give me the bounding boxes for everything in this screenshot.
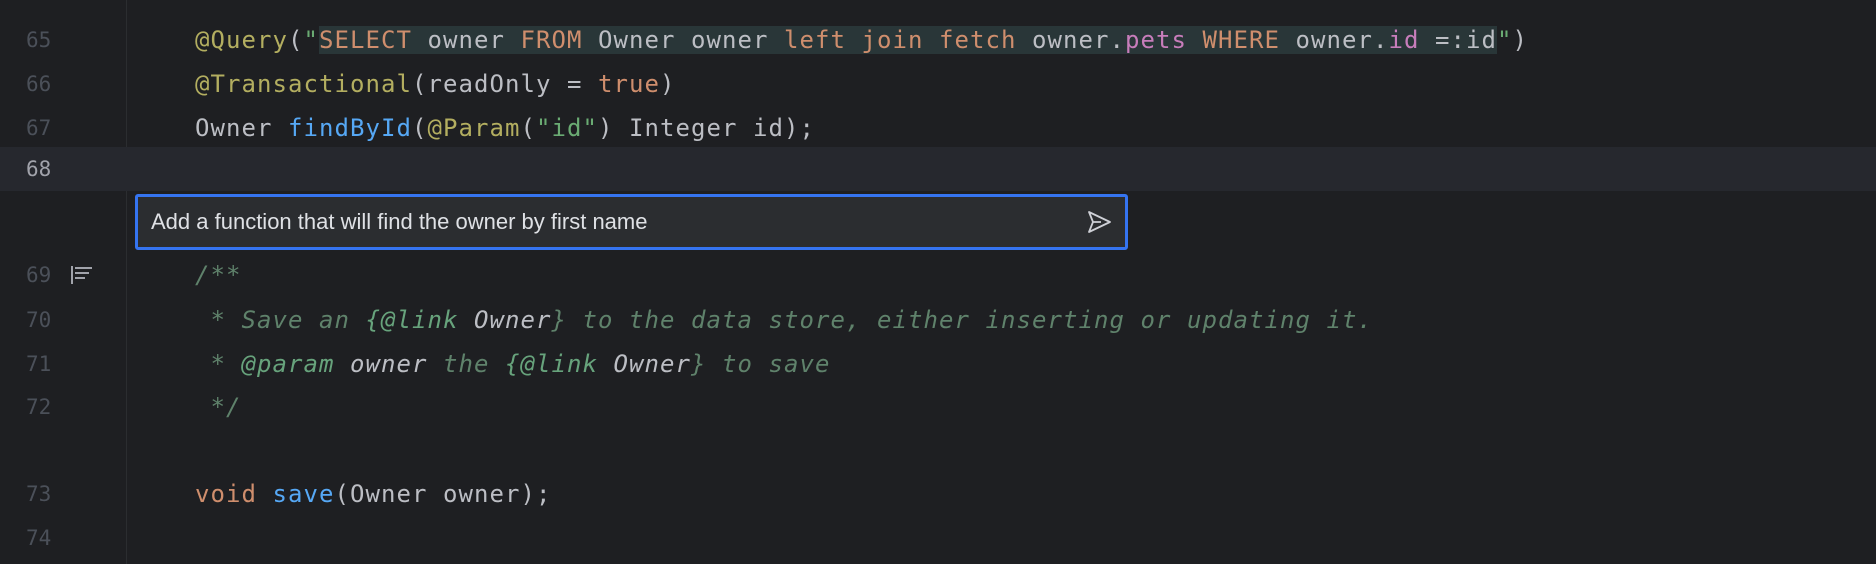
code-token	[1187, 26, 1203, 54]
code-token: FROM	[520, 26, 583, 54]
line-number: 74	[26, 526, 52, 550]
code-token: =:id	[1419, 26, 1497, 54]
code-token: (	[520, 114, 536, 142]
code-token: void	[195, 480, 257, 508]
code-token: Owner owner	[582, 26, 784, 54]
code-token: WHERE	[1202, 26, 1280, 54]
code-token: owner.	[1280, 26, 1389, 54]
line-number: 67	[26, 116, 52, 140]
code-line[interactable]: 74	[0, 516, 1876, 560]
code-token: to the data store, either inserting or u…	[567, 306, 1373, 334]
code-token: (	[288, 26, 304, 54]
code-token: (	[412, 114, 428, 142]
code-token: )	[1512, 26, 1528, 54]
code-text: Owner findById(@Param("id") Integer id);	[195, 106, 815, 150]
code-token: pets	[1125, 26, 1187, 54]
code-token: */	[195, 393, 242, 421]
ai-prompt-box	[135, 194, 1128, 250]
line-number: 73	[26, 482, 52, 506]
code-token: "id"	[536, 114, 598, 142]
code-token: true	[598, 70, 660, 98]
send-icon	[1088, 211, 1111, 233]
code-token: /**	[195, 261, 242, 289]
code-token: (readOnly =	[412, 70, 598, 98]
code-line[interactable]: 73 void save(Owner owner);	[0, 472, 1876, 516]
line-number: 71	[26, 352, 52, 376]
code-token: {@link	[505, 350, 598, 378]
line-number: 69	[26, 263, 52, 287]
code-token: to save	[706, 350, 831, 378]
code-token: * Save an	[195, 306, 366, 334]
line-number: 66	[26, 72, 52, 96]
code-token: Owner	[195, 114, 288, 142]
code-token: save	[272, 480, 335, 508]
code-line[interactable]: 70 * Save an {@link Owner} to the data s…	[0, 298, 1876, 342]
ai-prompt-input[interactable]	[151, 197, 1051, 247]
code-token: ) Integer id);	[598, 114, 815, 142]
code-token: id	[1388, 26, 1420, 54]
code-token: @Query	[195, 26, 288, 54]
code-text: * @param owner the {@link Owner} to save	[195, 342, 831, 386]
code-token: owner	[412, 26, 521, 54]
code-token: left join fetch	[784, 26, 1017, 54]
rendered-doc-icon[interactable]	[70, 265, 94, 285]
code-text: * Save an {@link Owner} to the data stor…	[195, 298, 1373, 342]
code-text: @Transactional(readOnly = true)	[195, 62, 676, 106]
code-text: /**	[195, 253, 242, 297]
code-text: @Query("SELECT owner FROM Owner owner le…	[195, 18, 1528, 62]
code-token: SELECT	[319, 26, 412, 54]
line-number: 72	[26, 395, 52, 419]
line-number: 70	[26, 308, 52, 332]
code-line[interactable]: 71 * @param owner the {@link Owner} to s…	[0, 342, 1876, 386]
line-number: 68	[26, 157, 52, 181]
code-line[interactable]: 69 /**	[0, 253, 1876, 297]
code-token: owner.	[1016, 26, 1125, 54]
code-token: "	[1497, 26, 1513, 54]
code-token: @param	[241, 350, 335, 378]
code-text: */	[195, 385, 242, 429]
code-token: findById	[288, 114, 412, 142]
line-number: 65	[26, 28, 52, 52]
code-token: Owner	[598, 350, 691, 378]
code-line[interactable]: 68	[0, 147, 1876, 191]
code-line[interactable]: 67 Owner findById(@Param("id") Integer id…	[0, 106, 1876, 150]
code-token: *	[195, 350, 242, 378]
code-token: the	[427, 350, 505, 378]
code-line[interactable]: 65 @Query("SELECT owner FROM Owner owner …	[0, 18, 1876, 62]
send-button[interactable]	[1085, 208, 1113, 236]
code-line[interactable]: 66 @Transactional(readOnly = true)	[0, 62, 1876, 106]
code-token: owner	[334, 350, 428, 378]
code-token: )	[660, 70, 676, 98]
code-token: @Transactional	[195, 70, 412, 98]
code-token: "	[303, 26, 319, 54]
code-text: void save(Owner owner);	[195, 472, 552, 516]
code-token: Owner	[458, 306, 552, 334]
code-line[interactable]: 72 */	[0, 385, 1876, 429]
code-token: }	[691, 350, 707, 378]
code-token: (Owner owner);	[334, 480, 552, 508]
code-token: @Param	[427, 114, 521, 142]
code-token: {@link	[365, 306, 459, 334]
code-token: }	[551, 306, 567, 334]
